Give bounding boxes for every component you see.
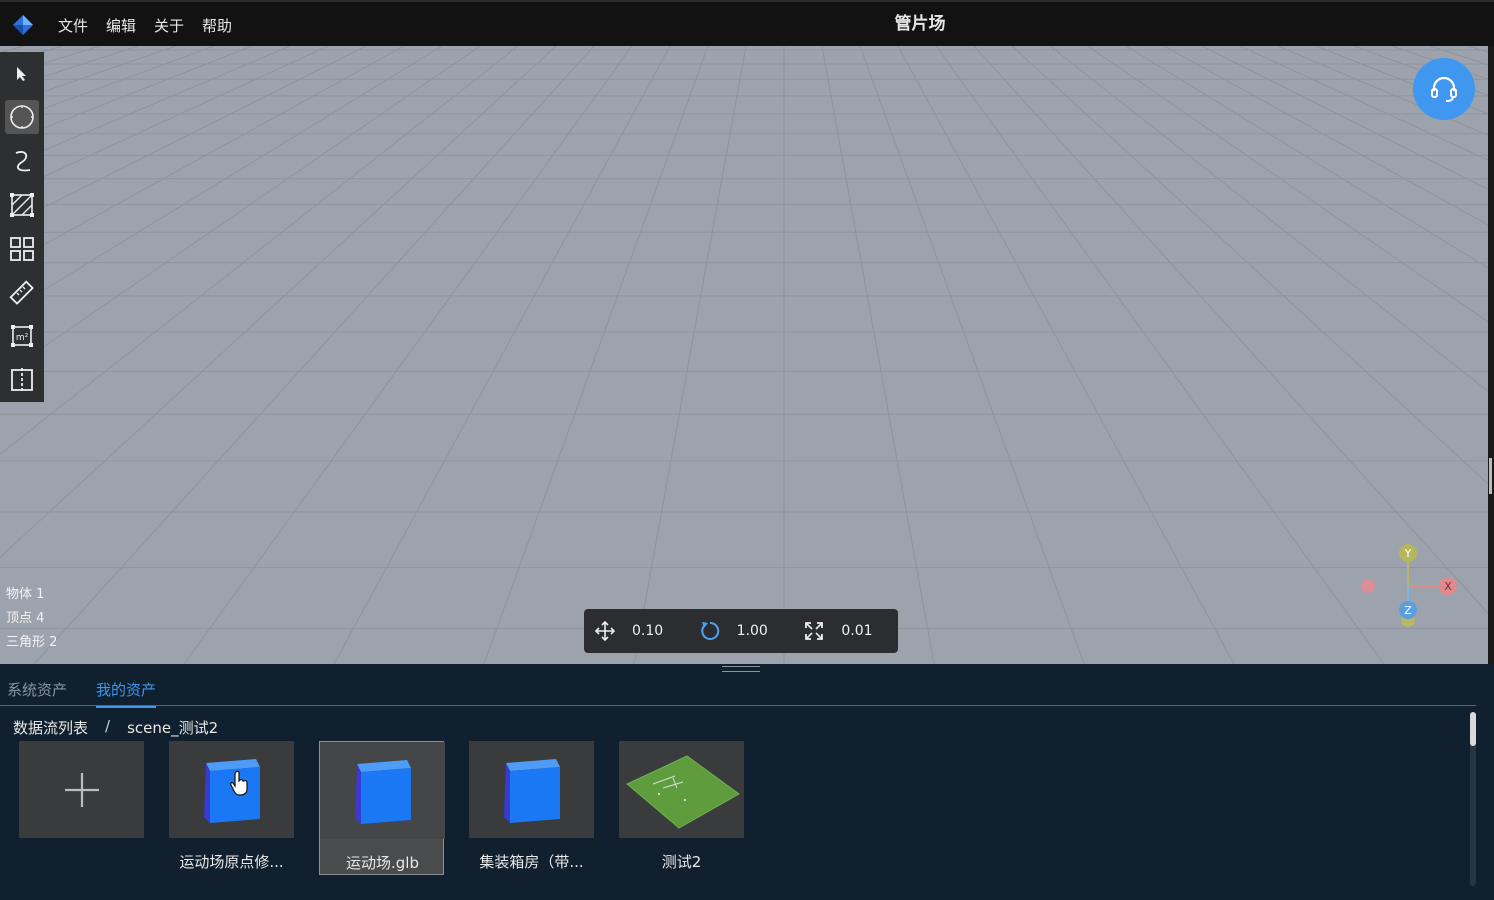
grid-line [935, 46, 1385, 664]
grid-line [821, 46, 935, 664]
asset-label: 测试2 [661, 853, 702, 871]
grid-line [0, 46, 443, 318]
translate-value: 0.10 [632, 623, 664, 639]
grid-line [897, 46, 1235, 664]
axis-x-label: X [1444, 580, 1452, 593]
object-count: 物体 1 [6, 587, 45, 602]
asset-scrollbar-thumb[interactable] [1470, 712, 1476, 746]
move-icon [594, 620, 616, 642]
ground-grid [0, 46, 1488, 664]
plus-icon [64, 772, 99, 807]
split-panel-icon [11, 368, 33, 392]
grid-line [0, 46, 557, 559]
axis-neg-x-dot[interactable] [1361, 579, 1375, 593]
asset-label: 运动场原点修... [179, 853, 284, 871]
asset-thumbnail [320, 742, 445, 839]
grid-line [333, 46, 671, 664]
pointer-icon [17, 67, 26, 81]
menu-about[interactable]: 关于 [154, 15, 184, 36]
hatch-tool-button[interactable] [5, 188, 39, 222]
axis-y-label: Y [1404, 547, 1412, 560]
asset-label: 集装箱房（带... [479, 853, 584, 871]
asset-thumbnail [619, 741, 744, 838]
grid-line [633, 46, 747, 664]
grid-line [183, 46, 633, 664]
split-tool-button[interactable] [5, 363, 39, 397]
top-bar: 文件 编辑 关于 帮助 管片场 [0, 0, 1494, 46]
asset-card-selected[interactable]: 运动场.glb [319, 741, 445, 875]
asset-label: 运动场.glb [346, 854, 419, 872]
tab-system-assets[interactable]: 系统资产 [7, 679, 67, 700]
asset-tabs: 系统资产 我的资产 [0, 674, 1476, 708]
breadcrumb-root[interactable]: 数据流列表 [13, 717, 88, 738]
rotate-snap[interactable]: 1.00 [689, 620, 794, 642]
rotate-icon [699, 620, 721, 642]
grid-line [0, 46, 329, 198]
grid-line [0, 46, 519, 455]
grid-line [0, 46, 405, 270]
app-logo-icon [13, 15, 33, 35]
scale-icon [803, 620, 825, 642]
svg-text:m²: m² [16, 333, 29, 343]
menu-file[interactable]: 文件 [58, 15, 88, 36]
asset-thumbnail [169, 741, 294, 838]
curve-icon [15, 151, 31, 172]
breadcrumb-current: scene_测试2 [127, 719, 219, 737]
triangle-count: 三角形 2 [6, 635, 58, 650]
area-tool-button[interactable]: m² [5, 319, 39, 353]
asset-card[interactable]: 运动场原点修... [169, 741, 294, 875]
transform-snap-bar: 0.10 1.00 0.01 [584, 609, 898, 653]
breadcrumb: 数据流列表 / scene_测试2 [13, 717, 218, 738]
asset-thumbnail [19, 741, 144, 838]
grid-line [1467, 46, 1488, 53]
cube-icon [203, 758, 260, 823]
menu-bar: 文件 编辑 关于 帮助 [58, 2, 250, 48]
asset-thumbnail [469, 741, 594, 838]
tab-my-assets[interactable]: 我的资产 [96, 679, 157, 708]
menu-edit[interactable]: 编辑 [106, 15, 136, 36]
area-measure-icon: m² [11, 325, 33, 347]
grid-line [859, 46, 1085, 664]
ruler-icon [9, 280, 34, 305]
asset-card[interactable]: 测试2 [619, 741, 744, 875]
translate-snap[interactable]: 0.10 [584, 620, 689, 642]
grid-line [483, 46, 709, 664]
circle-icon [10, 105, 34, 129]
cube-icon [503, 758, 560, 823]
axes-gizmo[interactable]: Y X Z [1352, 540, 1462, 630]
rotate-value: 1.00 [736, 623, 768, 639]
menu-help[interactable]: 帮助 [202, 15, 232, 36]
vertex-count: 顶点 4 [6, 611, 45, 626]
grid-tool-button[interactable] [5, 232, 39, 266]
viewport-right-edge [1488, 46, 1494, 664]
3d-viewport[interactable] [0, 46, 1488, 664]
scale-value: 0.01 [841, 623, 873, 639]
circle-tool-button[interactable] [5, 100, 39, 134]
support-button[interactable] [1413, 58, 1475, 120]
asset-panel: 系统资产 我的资产 数据流列表 / scene_测试2 运动场原点修... 运动… [0, 674, 1494, 900]
asset-card[interactable]: 集装箱房（带... [469, 741, 594, 875]
sports-field-icon [625, 754, 740, 829]
curve-tool-button[interactable] [5, 144, 39, 178]
scene-stats: 物体 1 顶点 4 三角形 2 [6, 583, 57, 655]
cube-icon [354, 759, 411, 824]
ruler-tool-button[interactable] [5, 276, 39, 310]
grid-line [0, 46, 367, 231]
app-root: 文件 编辑 关于 帮助 管片场 m² 物体 1 顶点 4 三角形 2 0.10 … [0, 0, 1494, 900]
grid-icon [10, 237, 34, 261]
right-panel-handle[interactable] [1489, 458, 1492, 494]
splitter-grip[interactable] [722, 666, 760, 672]
select-tool-button[interactable] [5, 57, 39, 91]
add-asset-button[interactable] [19, 741, 144, 875]
left-toolbar: m² [0, 52, 44, 402]
breadcrumb-separator: / [105, 717, 111, 735]
scale-snap[interactable]: 0.01 [793, 620, 898, 642]
axis-z-label: Z [1404, 604, 1412, 617]
hatched-square-icon [10, 193, 34, 217]
headset-icon [1431, 76, 1457, 102]
grid-line [33, 46, 595, 664]
